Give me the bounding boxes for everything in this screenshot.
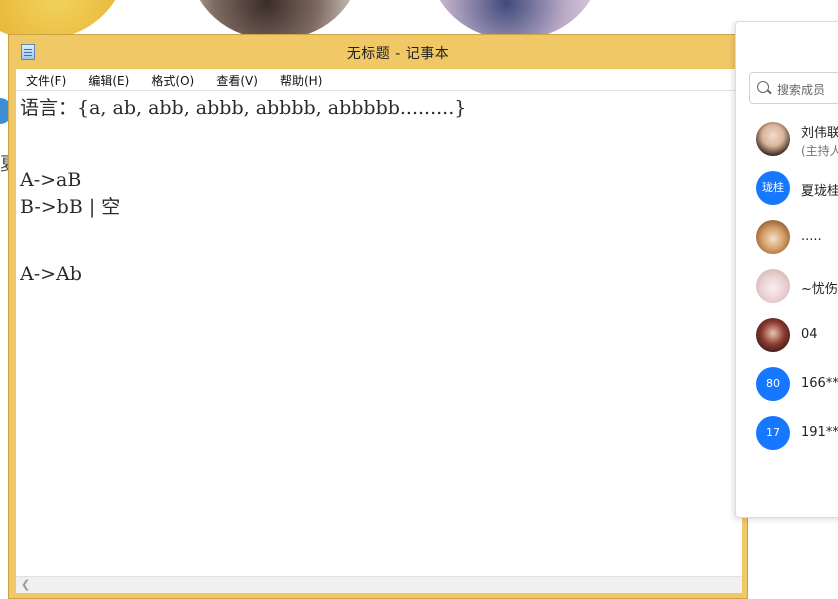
member-item[interactable]: 80 166** (736, 367, 838, 407)
notepad-window: 无标题 - 记事本 文件(F) 编辑(E) 格式(O) 查看(V) 帮助(H) … (8, 34, 748, 599)
menu-view[interactable]: 查看(V) (206, 69, 265, 89)
member-avatar-photo (756, 122, 790, 156)
menu-edit[interactable]: 编辑(E) (78, 69, 136, 89)
text-line-rule-1: A->aB (20, 169, 82, 191)
member-search-input[interactable]: 搜索成员 (749, 72, 838, 104)
menu-help[interactable]: 帮助(H) (270, 69, 329, 89)
members-panel: 搜索成员 刘伟联 (主持人 珑桂 夏珑桂 ..... ~忧伤 04 80 166… (735, 21, 838, 518)
text-line-language: 语言：{a, ab, abb, abbb, abbbb, abbbbb.....… (20, 97, 467, 119)
window-title: 无标题 - 记事本 (346, 46, 450, 62)
member-item[interactable]: 刘伟联 (主持人 (736, 122, 838, 162)
member-name: 166** (801, 376, 838, 391)
horizontal-scrollbar[interactable]: ❮ (16, 576, 742, 593)
member-name: 191** (801, 425, 838, 440)
member-name: 刘伟联 (801, 126, 838, 141)
title-bar[interactable]: 无标题 - 记事本 (9, 35, 747, 69)
member-avatar-initials: 珑桂 (756, 171, 790, 205)
search-icon (757, 81, 769, 93)
menu-bar: 文件(F) 编辑(E) 格式(O) 查看(V) 帮助(H) (16, 69, 742, 91)
member-avatar-initials: 80 (756, 367, 790, 401)
member-item[interactable]: ~忧伤 (736, 269, 838, 309)
member-name: 04 (801, 327, 818, 342)
member-item[interactable]: 17 191** (736, 416, 838, 456)
member-item[interactable]: ..... (736, 220, 838, 260)
text-line-rule-3: A->Ab (20, 263, 82, 285)
member-avatar-photo (756, 318, 790, 352)
member-item[interactable]: 珑桂 夏珑桂 (736, 171, 838, 211)
text-line-rule-2: B->bB | 空 (20, 196, 121, 218)
member-avatar-initials: 17 (756, 416, 790, 450)
menu-file[interactable]: 文件(F) (16, 69, 73, 89)
member-name: ~忧伤 (801, 282, 838, 297)
menu-format[interactable]: 格式(O) (141, 69, 201, 89)
member-avatar-photo (756, 220, 790, 254)
member-item[interactable]: 04 (736, 318, 838, 358)
member-name: 夏珑桂 (801, 184, 838, 199)
member-search-placeholder: 搜索成员 (777, 83, 826, 97)
text-editor[interactable]: 语言：{a, ab, abb, abbb, abbbb, abbbbb.....… (16, 91, 742, 576)
scroll-left-arrow-icon[interactable]: ❮ (21, 578, 30, 591)
member-role: (主持人 (801, 144, 838, 158)
member-avatar-photo (756, 269, 790, 303)
member-name: ..... (801, 229, 822, 244)
